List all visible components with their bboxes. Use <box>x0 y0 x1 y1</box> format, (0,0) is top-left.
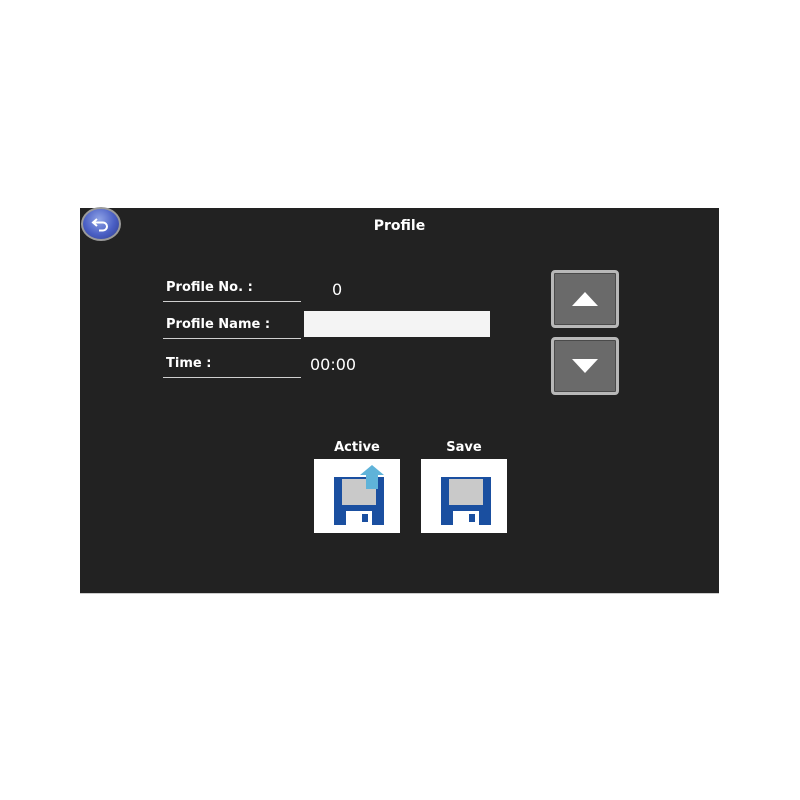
page-title: Profile <box>373 218 426 234</box>
profile-no-label: Profile No. : <box>163 280 301 302</box>
time-value: 00:00 <box>310 355 357 374</box>
save-button[interactable] <box>421 459 507 533</box>
active-label: Active <box>334 440 380 455</box>
profile-name-label: Profile Name : <box>163 317 301 339</box>
profile-name-input[interactable] <box>304 311 490 337</box>
arrow-up-icon <box>572 292 598 306</box>
time-label: Time : <box>163 356 301 378</box>
arrow-down-icon <box>572 359 598 373</box>
profile-panel: Profile Profile No. : 0 Profile Name : T… <box>80 207 719 594</box>
scroll-down-button[interactable] <box>551 337 619 395</box>
floppy-upload-icon <box>334 465 384 525</box>
profile-no-value: 0 <box>332 280 343 299</box>
scroll-up-button[interactable] <box>551 270 619 328</box>
save-label: Save <box>446 440 482 455</box>
floppy-disk-icon <box>441 477 491 525</box>
active-button[interactable] <box>314 459 400 533</box>
panel-bottom-divider <box>80 593 719 594</box>
